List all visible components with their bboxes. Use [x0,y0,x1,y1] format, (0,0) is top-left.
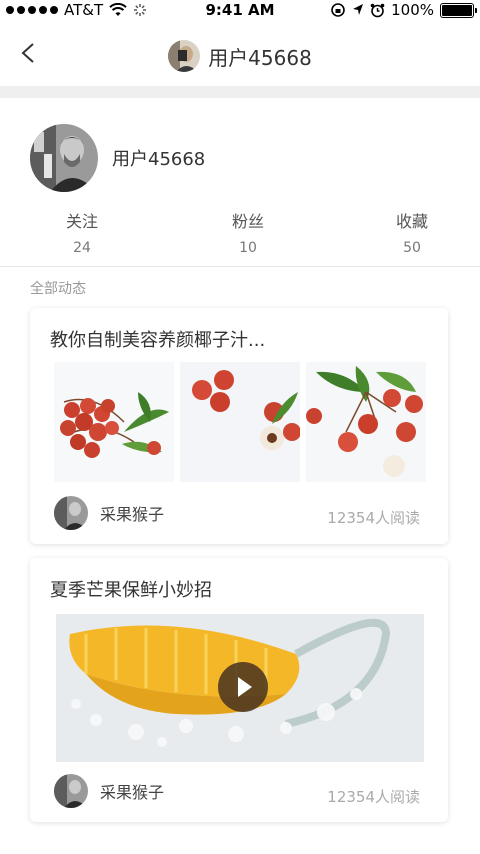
profile-stats: 关注 24 粉丝 10 收藏 50 [0,208,480,260]
rotation-lock-icon [331,3,345,17]
divider [0,266,480,267]
section-separator [0,86,480,98]
battery-icon [440,2,477,18]
post-images [54,362,426,482]
post-author[interactable]: 采果猴子 [54,774,164,808]
lychee-image[interactable] [306,362,426,482]
stat-label: 关注 [65,212,98,231]
lychee-image[interactable] [54,362,174,482]
battery-percent: 100% [391,1,434,19]
stat-label: 粉丝 [231,212,264,231]
status-bar: AT&T 9:41 AM 100% [0,0,480,20]
lychee-image[interactable] [180,362,300,482]
section-title: 全部动态 [30,281,86,297]
alarm-icon [370,3,385,17]
stat-favorites[interactable]: 收藏 50 [362,208,462,256]
navigation-bar: 用户45668 [0,20,480,86]
stat-following[interactable]: 关注 24 [32,208,132,256]
author-name: 采果猴子 [100,783,165,802]
profile-header: 用户45668 [30,124,205,192]
stat-value: 50 [403,240,421,256]
read-count: 12354人阅读 [327,509,420,527]
read-count: 12354人阅读 [327,788,420,806]
stat-value: 24 [73,240,91,256]
profile-avatar[interactable] [30,124,98,192]
page-title: 用户45668 [208,45,312,70]
video-thumbnail[interactable] [56,614,424,762]
post-author[interactable]: 采果猴子 [54,496,164,530]
stat-followers[interactable]: 粉丝 10 [198,208,298,256]
location-icon [353,4,364,15]
stat-label: 收藏 [395,212,428,231]
avatar [54,496,88,530]
stat-value: 10 [239,240,257,256]
post-title: 夏季芒果保鲜小妙招 [50,580,212,601]
post-card[interactable]: 教你自制美容养颜椰子汁... 采果猴子 12354人阅读 [30,308,448,544]
author-name: 采果猴子 [100,505,165,524]
post-card[interactable]: 夏季芒果保鲜小妙招 采果猴子 12354人阅读 [30,558,448,822]
play-icon[interactable] [218,662,268,712]
username: 用户45668 [112,149,206,170]
avatar [168,40,201,72]
post-title: 教你自制美容养颜椰子汁... [50,330,266,351]
avatar [54,774,88,808]
